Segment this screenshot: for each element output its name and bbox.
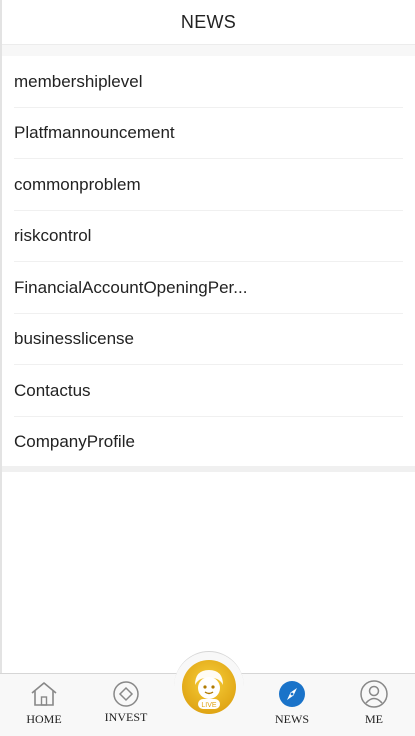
news-menu-list: membershiplevel Platfmannouncement commo… xyxy=(2,56,415,468)
menu-item-platform-announcement[interactable]: Platfmannouncement xyxy=(2,108,415,160)
menu-item-label: riskcontrol xyxy=(14,226,92,246)
menu-item-label: membershiplevel xyxy=(14,71,143,91)
menu-item-company-profile[interactable]: CompanyProfile xyxy=(2,417,415,469)
list-divider xyxy=(2,466,415,472)
page-title: NEWS xyxy=(180,11,237,32)
tab-news-label: NEWS xyxy=(275,712,309,726)
menu-item-label: Contactus xyxy=(14,380,91,400)
diamond-icon xyxy=(111,680,141,708)
tab-live[interactable]: LIVE xyxy=(174,651,244,722)
page-header: NEWS xyxy=(2,0,415,45)
menu-item-financial-account-opening[interactable]: FinancialAccountOpeningPer... xyxy=(2,262,415,314)
menu-item-label: Platfmannouncement xyxy=(14,123,175,143)
menu-item-common-problem[interactable]: commonproblem xyxy=(2,159,415,211)
tab-invest[interactable]: INVEST xyxy=(100,674,152,736)
live-label: LIVE xyxy=(201,702,217,709)
tab-me[interactable]: ME xyxy=(348,674,400,736)
tab-news[interactable]: NEWS xyxy=(266,674,318,736)
menu-item-label: CompanyProfile xyxy=(14,432,135,452)
menu-item-label: businesslicense xyxy=(14,329,135,349)
tab-home-label: HOME xyxy=(26,712,62,726)
menu-item-label: commonproblem xyxy=(14,174,141,194)
menu-item-label: FinancialAccountOpeningPer... xyxy=(14,277,248,297)
header-gap xyxy=(2,45,415,56)
menu-item-membership-level[interactable]: membershiplevel xyxy=(2,56,415,108)
menu-item-risk-control[interactable]: riskcontrol xyxy=(2,211,415,263)
tab-invest-label: INVEST xyxy=(104,710,148,724)
live-avatar-icon: LIVE xyxy=(182,660,236,714)
menu-item-contact-us[interactable]: Contactus xyxy=(2,365,415,417)
tab-me-label: ME xyxy=(365,712,383,726)
compass-icon xyxy=(277,680,307,708)
menu-item-business-license[interactable]: businesslicense xyxy=(2,314,415,366)
user-icon xyxy=(359,680,389,708)
tab-home[interactable]: HOME xyxy=(18,674,70,736)
home-icon xyxy=(29,680,59,708)
